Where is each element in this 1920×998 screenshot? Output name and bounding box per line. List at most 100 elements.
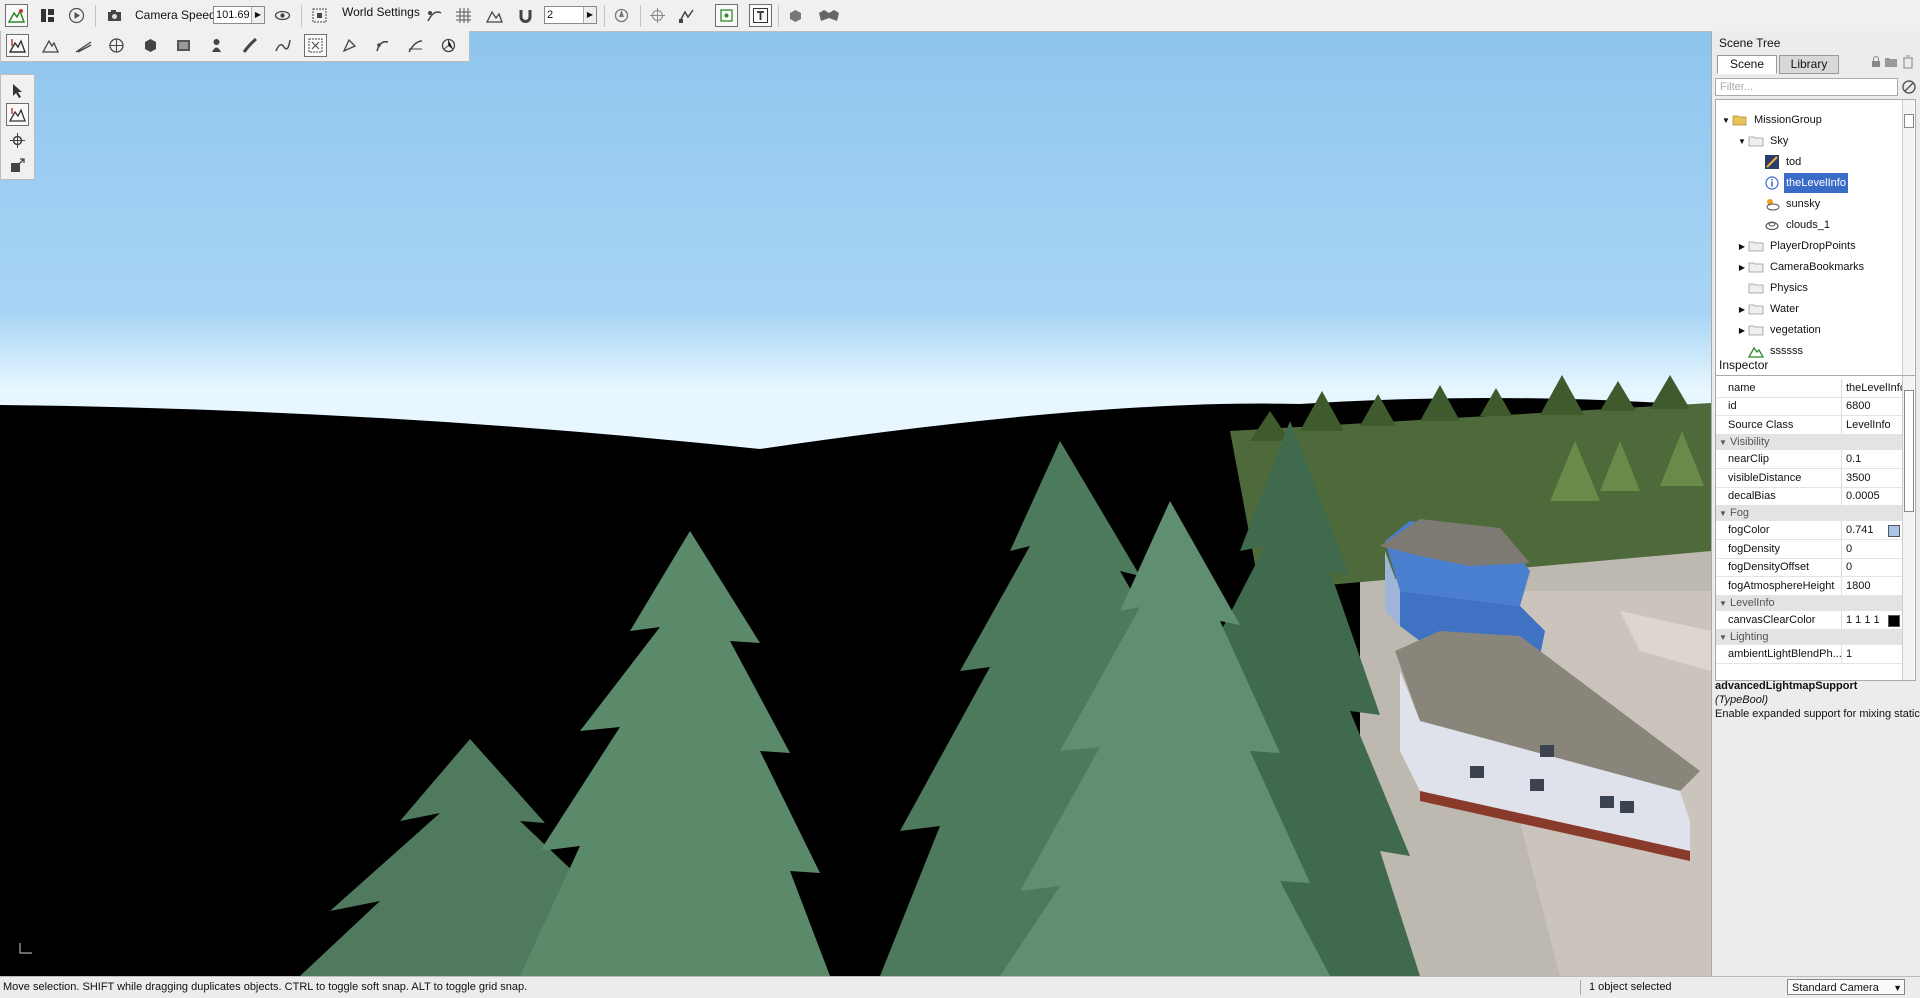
inspector-group[interactable]: ▼ Fog xyxy=(1716,505,1904,522)
road-icon[interactable] xyxy=(238,34,261,57)
move-icon[interactable] xyxy=(6,103,29,126)
decal-road-icon[interactable] xyxy=(404,34,427,57)
decal-icon[interactable] xyxy=(172,34,195,57)
property-value[interactable]: 0.1 xyxy=(1841,450,1908,469)
play-icon[interactable] xyxy=(65,4,88,27)
rotate-icon[interactable] xyxy=(6,129,29,152)
forest-icon[interactable] xyxy=(205,34,228,57)
chevron-right-icon[interactable]: ▶ xyxy=(583,7,596,23)
material-icon[interactable] xyxy=(105,34,128,57)
property-value[interactable]: 3500 xyxy=(1841,468,1908,487)
tree-node[interactable]: clouds_1 xyxy=(1752,215,1832,235)
bounds-icon[interactable] xyxy=(675,4,698,27)
property-name: Source Class xyxy=(1728,418,1794,431)
scene-tree[interactable]: ▼ MissionGroup ▼ Sky tod theLevelInfo sunsky cl… xyxy=(1715,99,1916,383)
gear-cluster-icon[interactable] xyxy=(814,4,844,27)
object-editor-icon[interactable] xyxy=(6,34,29,57)
collapse-toggle-icon[interactable]: ▼ xyxy=(1716,435,1730,451)
clear-filter-icon[interactable] xyxy=(1901,79,1917,95)
gizmo-icon[interactable] xyxy=(437,34,460,57)
camera-icon[interactable] xyxy=(103,4,126,27)
inspector-scrollbar[interactable] xyxy=(1902,376,1914,680)
mesh-road-icon[interactable] xyxy=(371,34,394,57)
property-value[interactable]: theLevelInfo xyxy=(1841,379,1908,397)
expand-toggle-icon[interactable]: ▶ xyxy=(1736,237,1748,257)
terrain-painter-icon[interactable] xyxy=(72,34,95,57)
expand-toggle-icon[interactable]: ▶ xyxy=(1736,300,1748,320)
scene-filter-input[interactable]: Filter... xyxy=(1715,78,1898,96)
inspector-group[interactable]: ▼ Visibility xyxy=(1716,434,1904,451)
world-editor-icon[interactable] xyxy=(5,4,28,27)
scale-icon[interactable] xyxy=(6,154,29,177)
chevron-right-icon[interactable]: ▶ xyxy=(251,7,264,23)
tree-node[interactable]: ▶ vegetation xyxy=(1736,320,1823,340)
folder-add-icon[interactable] xyxy=(1884,56,1898,68)
property-value[interactable]: 0 xyxy=(1841,558,1908,577)
visibility-icon[interactable] xyxy=(271,4,294,27)
mesh-icon[interactable] xyxy=(139,34,162,57)
collapse-toggle-icon[interactable]: ▼ xyxy=(1716,506,1730,522)
text-icon[interactable] xyxy=(749,4,772,27)
tree-node[interactable]: ▼ MissionGroup xyxy=(1720,110,1824,130)
color-swatch[interactable] xyxy=(1888,525,1900,538)
collapse-toggle-icon[interactable]: ▼ xyxy=(1716,596,1730,612)
property-value[interactable]: 0 xyxy=(1841,539,1908,558)
tree-node-label: sunsky xyxy=(1786,198,1821,210)
pivot-icon[interactable] xyxy=(646,4,669,27)
collapse-toggle-icon[interactable]: ▼ xyxy=(1736,132,1748,152)
expand-toggle-icon[interactable]: ▶ xyxy=(1736,321,1748,341)
tree-scrollbar[interactable] xyxy=(1902,100,1914,382)
inspector-group-label: Lighting xyxy=(1730,631,1769,644)
property-name: fogColor xyxy=(1728,524,1770,537)
select-arrow-icon[interactable] xyxy=(6,79,29,102)
nav-mesh-icon[interactable] xyxy=(304,34,327,57)
tree-node[interactable]: sunsky xyxy=(1752,194,1822,214)
tab-library[interactable]: Library xyxy=(1779,55,1839,74)
inspector-group-label: LevelInfo xyxy=(1730,597,1775,609)
camera-mode-select[interactable]: Standard Camera ▼ xyxy=(1787,979,1905,995)
expand-toggle-icon[interactable]: ▶ xyxy=(1736,258,1748,278)
layout-icon[interactable] xyxy=(36,4,59,27)
inspector-row: fogAtmosphereHeight 1800 xyxy=(1716,576,1904,596)
sun-icon[interactable] xyxy=(338,34,361,57)
river-icon[interactable] xyxy=(271,34,294,57)
camera-speed-input[interactable]: 101.69 ▶ xyxy=(213,6,265,24)
collapse-toggle-icon[interactable]: ▼ xyxy=(1716,630,1730,646)
snap-curve-icon[interactable] xyxy=(423,4,446,27)
tree-node[interactable]: tod xyxy=(1752,152,1803,172)
terrain-snap-icon[interactable] xyxy=(483,4,506,27)
select-box-icon[interactable] xyxy=(715,4,738,27)
grid-snap-icon[interactable] xyxy=(452,4,475,27)
tree-node[interactable]: ▶ CameraBookmarks xyxy=(1736,257,1866,277)
delete-icon[interactable] xyxy=(1902,55,1914,69)
grid-size-input[interactable]: 2 ▶ xyxy=(544,6,597,24)
scene-viewport[interactable] xyxy=(0,31,1711,976)
property-value[interactable]: LevelInfo xyxy=(1841,415,1908,434)
prefab-icon[interactable] xyxy=(784,4,807,27)
frame-select-icon[interactable] xyxy=(308,4,331,27)
sunsky-icon xyxy=(1764,197,1780,211)
tree-node[interactable]: theLevelInfo xyxy=(1752,173,1848,193)
tree-node[interactable]: ▶ PlayerDropPoints xyxy=(1736,236,1858,256)
magnet-icon[interactable] xyxy=(514,4,537,27)
orientation-icon[interactable] xyxy=(610,4,633,27)
world-settings-label[interactable]: World Settings xyxy=(342,5,420,19)
inspector-group[interactable]: ▼ LevelInfo xyxy=(1716,595,1904,611)
tree-node[interactable]: ▼ Sky xyxy=(1736,131,1790,151)
inspector-row: nearClip 0.1 xyxy=(1716,450,1904,470)
tree-node[interactable]: Physics xyxy=(1736,278,1810,298)
inspector-grid[interactable]: name theLevelInfo id 6800 Source Class LevelI… xyxy=(1715,375,1916,681)
property-value[interactable]: 6800 xyxy=(1841,397,1908,416)
terrain-editor-icon[interactable] xyxy=(39,34,62,57)
lock-icon[interactable] xyxy=(1870,56,1882,68)
inspector-row: id 6800 xyxy=(1716,397,1904,417)
property-value[interactable]: 1 xyxy=(1841,645,1908,664)
color-swatch[interactable] xyxy=(1888,615,1900,627)
tab-scene[interactable]: Scene xyxy=(1717,55,1777,74)
property-value[interactable]: 1800 xyxy=(1841,576,1908,595)
inspector-group[interactable]: ▼ Lighting xyxy=(1716,629,1904,646)
collapse-toggle-icon[interactable]: ▼ xyxy=(1720,111,1732,131)
main-toolbar: Camera Speed 101.69 ▶ World Settings 2 ▶ xyxy=(0,0,1920,32)
property-value[interactable]: 0.0005 xyxy=(1841,487,1908,505)
tree-node[interactable]: ▶ Water xyxy=(1736,299,1801,319)
